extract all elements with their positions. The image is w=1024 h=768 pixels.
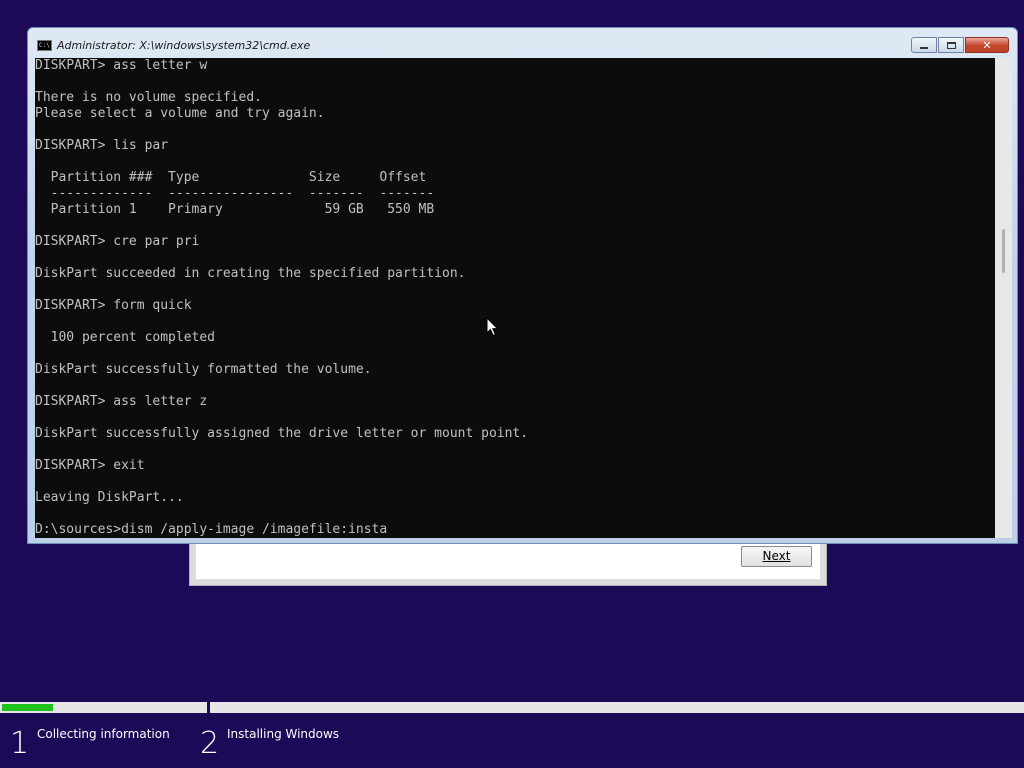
cmd-app-icon[interactable]: C:\	[37, 40, 52, 51]
minimize-button[interactable]	[911, 37, 937, 53]
step-1-label: Collecting information	[37, 727, 170, 741]
maximize-icon	[946, 41, 956, 49]
step-2-label: Installing Windows	[227, 727, 340, 741]
scrollbar-thumb[interactable]	[1002, 229, 1005, 273]
window-title: Administrator: X:\windows\system32\cmd.e…	[57, 39, 311, 52]
mouse-pointer-icon	[486, 317, 499, 337]
console-text: DISKPART> ass letter w There is no volum…	[35, 58, 529, 537]
console-output[interactable]: DISKPART> ass letter w There is no volum…	[35, 58, 995, 538]
setup-progress-bar	[0, 702, 1024, 713]
close-button[interactable]: ✕	[965, 37, 1009, 53]
progress-step-divider	[207, 702, 210, 713]
maximize-button[interactable]	[938, 37, 964, 53]
vertical-scrollbar[interactable]	[995, 58, 1012, 538]
close-icon: ✕	[982, 38, 992, 52]
minimize-icon	[920, 47, 928, 49]
cmd-app-icon-label: C:\	[39, 42, 50, 49]
progress-fill	[2, 704, 53, 711]
step-1-number: 1	[10, 726, 30, 761]
next-button-label: Next	[762, 549, 791, 563]
next-button[interactable]: Next	[741, 546, 812, 567]
step-2-number: 2	[200, 726, 220, 761]
cmd-window[interactable]: C:\ Administrator: X:\windows\system32\c…	[27, 27, 1018, 544]
title-bar[interactable]: C:\ Administrator: X:\windows\system32\c…	[28, 28, 1017, 58]
caption-buttons: ✕	[910, 37, 1009, 54]
